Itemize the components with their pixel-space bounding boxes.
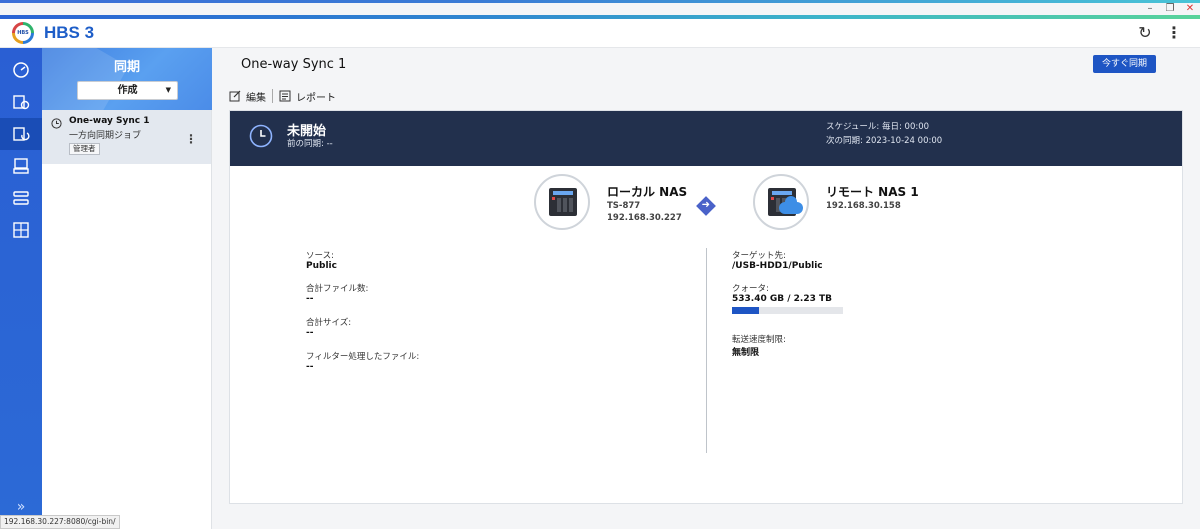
rail-storage-spaces[interactable] <box>0 150 42 182</box>
top-accent-strip <box>0 0 1200 3</box>
sync-direction-icon: ➜ <box>696 196 716 216</box>
quota-value: 533.40 GB / 2.23 TB <box>732 294 833 304</box>
local-nas-icon <box>534 174 590 230</box>
total-size-label: 合計サイズ: <box>306 318 352 328</box>
local-nas-name: ローカル NAS <box>607 185 688 199</box>
quota-bar-fill <box>732 307 759 314</box>
remote-nas-name: リモート NAS 1 <box>826 185 919 199</box>
total-files-label: 合計ファイル数: <box>306 284 369 294</box>
job-name: One-way Sync 1 <box>69 116 150 126</box>
job-detail-card: 未開始 前の同期: -- スケジュール: 毎日: 00:00 次の同期: 202… <box>229 110 1183 504</box>
rail-services[interactable] <box>0 182 42 214</box>
clock-icon <box>249 124 273 148</box>
schedule-info: スケジュール: 毎日: 00:00 次の同期: 2023-10-24 00:00 <box>826 120 942 148</box>
toolbar-divider <box>272 89 273 103</box>
list-item[interactable]: One-way Sync 1 一方向同期ジョブ 管理者 ⋮ <box>42 110 211 164</box>
owner-badge: 管理者 <box>69 143 100 155</box>
rail-overview[interactable] <box>0 54 42 86</box>
app-title: HBS 3 <box>44 23 95 42</box>
refresh-icon[interactable]: ↻ <box>1135 23 1155 43</box>
filtered-files-value: -- <box>306 362 314 372</box>
backup-icon <box>13 95 30 110</box>
sync-icon <box>13 127 30 141</box>
edit-label: 編集 <box>246 92 266 104</box>
schedule: スケジュール: 毎日: 00:00 <box>826 122 930 132</box>
source-value: Public <box>306 261 337 271</box>
filtered-files-label: フィルター処理したファイル: <box>306 352 420 362</box>
speed-limit-value: 無制限 <box>732 348 760 358</box>
expand-rail-icon[interactable]: » <box>0 499 42 515</box>
create-button-label: 作成 <box>117 85 138 96</box>
edit-button[interactable]: 編集 <box>229 89 266 104</box>
browser-status-url: 192.168.30.227:8080/cgi-bin/ <box>0 515 120 529</box>
job-menu-icon[interactable]: ⋮ <box>185 132 197 146</box>
report-label: レポート <box>296 92 336 104</box>
rail-logs[interactable] <box>0 214 42 246</box>
rail-backup-restore[interactable] <box>0 86 42 118</box>
last-sync: 前の同期: -- <box>287 139 333 149</box>
left-rail: » <box>0 48 42 529</box>
report-button[interactable]: レポート <box>279 89 336 104</box>
cloud-icon <box>779 196 803 214</box>
dashboard-icon <box>13 62 29 78</box>
rail-sync[interactable] <box>0 118 42 150</box>
target-value: /USB-HDD1/Public <box>732 261 823 271</box>
status-bar: 未開始 前の同期: -- スケジュール: 毎日: 00:00 次の同期: 202… <box>230 111 1182 166</box>
page-title: One-way Sync 1 <box>241 57 347 72</box>
sync-now-button[interactable]: 今すぐ同期 <box>1093 55 1156 73</box>
quota-bar <box>732 307 843 314</box>
storage-icon <box>13 158 29 174</box>
total-size-value: -- <box>306 328 314 338</box>
toolbar: 編集 レポート <box>229 88 336 104</box>
local-nas-model: TS-877 <box>607 201 641 211</box>
total-files-value: -- <box>306 294 314 304</box>
caret-down-icon: ▼ <box>165 86 171 94</box>
list-header: 同期 作成 ▼ <box>42 48 212 110</box>
report-icon <box>279 90 291 102</box>
local-nas-ip: 192.168.30.227 <box>607 213 682 223</box>
source-label: ソース: <box>306 251 334 261</box>
remote-nas-icon <box>753 174 809 230</box>
app-header: HBS 3 ↻ ⋮ <box>0 19 1200 48</box>
target-label: ターゲット先: <box>732 251 786 261</box>
job-type: 一方向同期ジョブ <box>69 131 142 141</box>
next-sync: 次の同期: 2023-10-24 00:00 <box>826 136 943 146</box>
vertical-divider <box>706 248 707 453</box>
grid-icon <box>13 222 29 238</box>
list-header-title: 同期 <box>113 60 140 75</box>
remote-nas-ip: 192.168.30.158 <box>826 201 901 211</box>
job-list-panel: 同期 作成 ▼ One-way Sync 1 一方向同期ジョブ 管理者 ⋮ <box>42 48 212 529</box>
speed-limit-label: 転送速度制限: <box>732 335 786 345</box>
more-vertical-icon[interactable]: ⋮ <box>1164 23 1184 43</box>
create-button[interactable]: 作成 ▼ <box>77 81 178 100</box>
hbs-logo-icon <box>12 22 34 44</box>
transfer-icon <box>13 191 29 205</box>
clock-icon <box>51 118 62 129</box>
edit-icon <box>229 90 241 102</box>
quota-label: クォータ: <box>732 284 769 294</box>
